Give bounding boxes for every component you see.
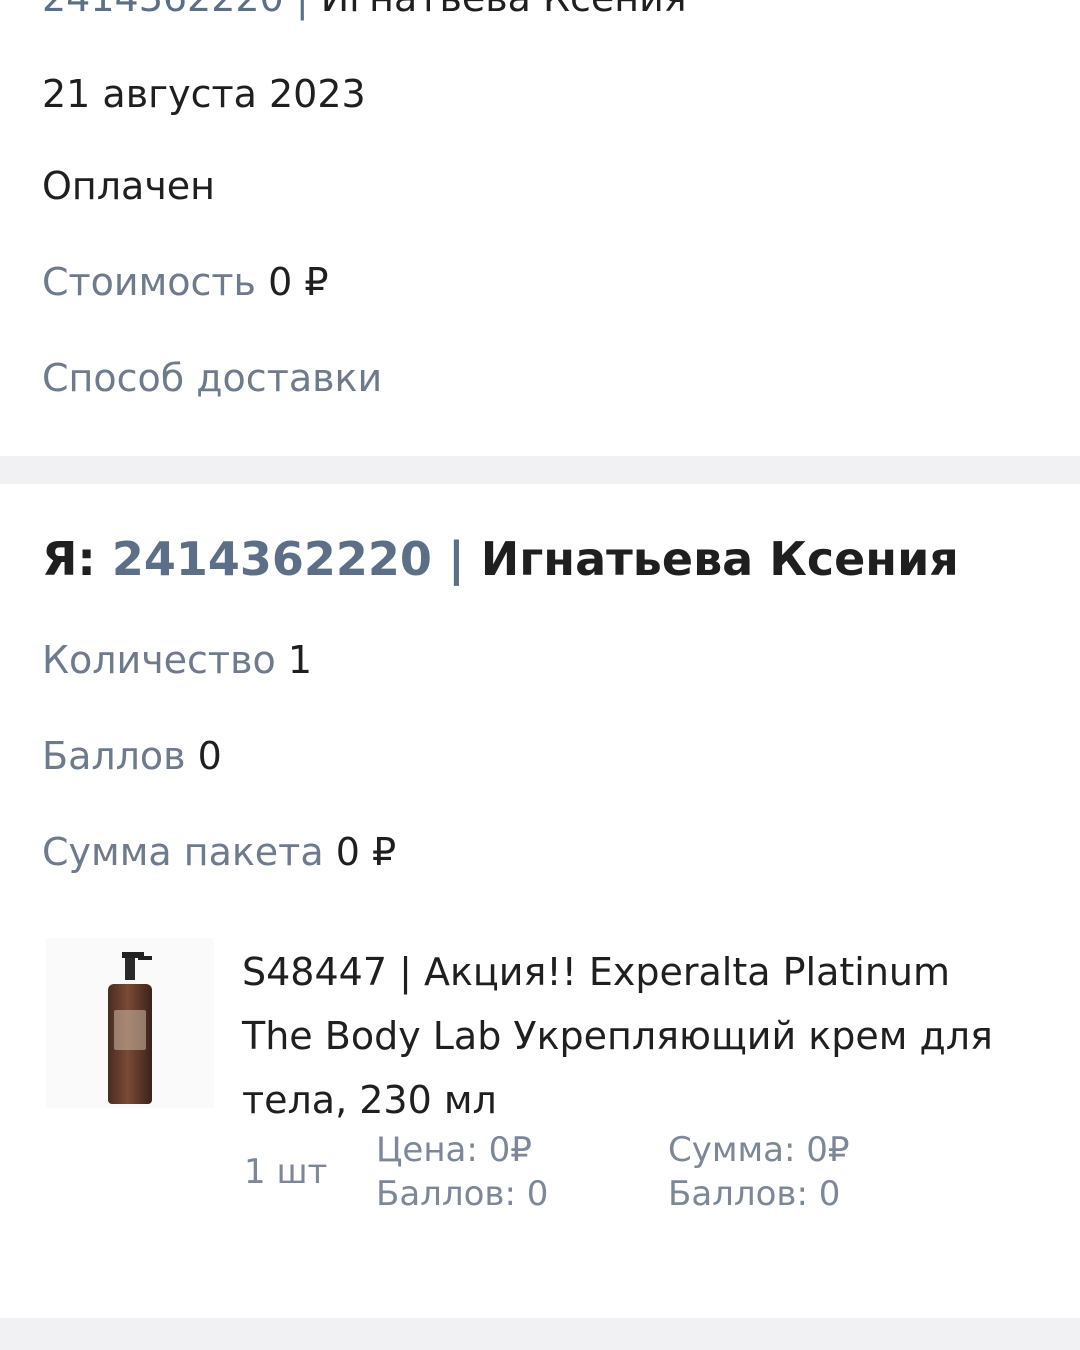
product-sum-points: Баллов: 0 [668, 1174, 841, 1214]
package-sum-row: Сумма пакета 0 ₽ [42, 830, 396, 874]
product-price-points: Баллов: 0 [376, 1174, 549, 1214]
package-owner-prefix: Я: [42, 532, 96, 586]
package-points-row: Баллов 0 [42, 734, 222, 778]
package-points-label: Баллов [42, 734, 186, 778]
order-header: 2414362220 | Игнатьева Ксения [42, 0, 687, 20]
delivery-method-label: Способ доставки [42, 356, 383, 400]
product-price: Цена: 0₽ [376, 1130, 532, 1170]
product-quantity: 1 шт [244, 1152, 328, 1192]
product-thumbnail[interactable] [46, 938, 214, 1108]
package-quantity-label: Количество [42, 638, 276, 682]
product-sum: Сумма: 0₽ [668, 1130, 850, 1170]
package-owner-number-link[interactable]: 2414362220 [112, 532, 432, 586]
package-quantity-row: Количество 1 [42, 638, 312, 682]
package-owner-separator: | [447, 532, 465, 586]
product-title[interactable]: S48447 | Акция!! Experalta Platinum The … [242, 940, 1002, 1132]
order-cost-label: Стоимость [42, 260, 256, 304]
order-cost-row: Стоимость 0 ₽ [42, 260, 329, 304]
order-header-separator: | [296, 0, 309, 20]
bottom-divider [0, 1318, 1080, 1350]
order-cost-value: 0 ₽ [268, 260, 329, 304]
order-date: 21 августа 2023 [42, 72, 366, 116]
package-quantity-value: 1 [287, 638, 312, 682]
order-partner-name: Игнатьева Ксения [321, 0, 687, 20]
order-summary-card: 2414362220 | Игнатьева Ксения 21 августа… [0, 0, 1080, 456]
package-sum-value: 0 ₽ [335, 830, 397, 874]
package-sum-label: Сумма пакета [42, 830, 324, 874]
order-status: Оплачен [42, 164, 216, 208]
section-divider [0, 456, 1080, 484]
order-partner-number-link[interactable]: 2414362220 [42, 0, 284, 20]
product-bottle-label [114, 1010, 146, 1050]
package-points-value: 0 [197, 734, 222, 778]
package-owner-name: Игнатьева Ксения [480, 532, 959, 586]
package-owner-header: Я: 2414362220 | Игнатьева Ксения [42, 532, 959, 586]
product-bottle-icon [122, 952, 152, 980]
